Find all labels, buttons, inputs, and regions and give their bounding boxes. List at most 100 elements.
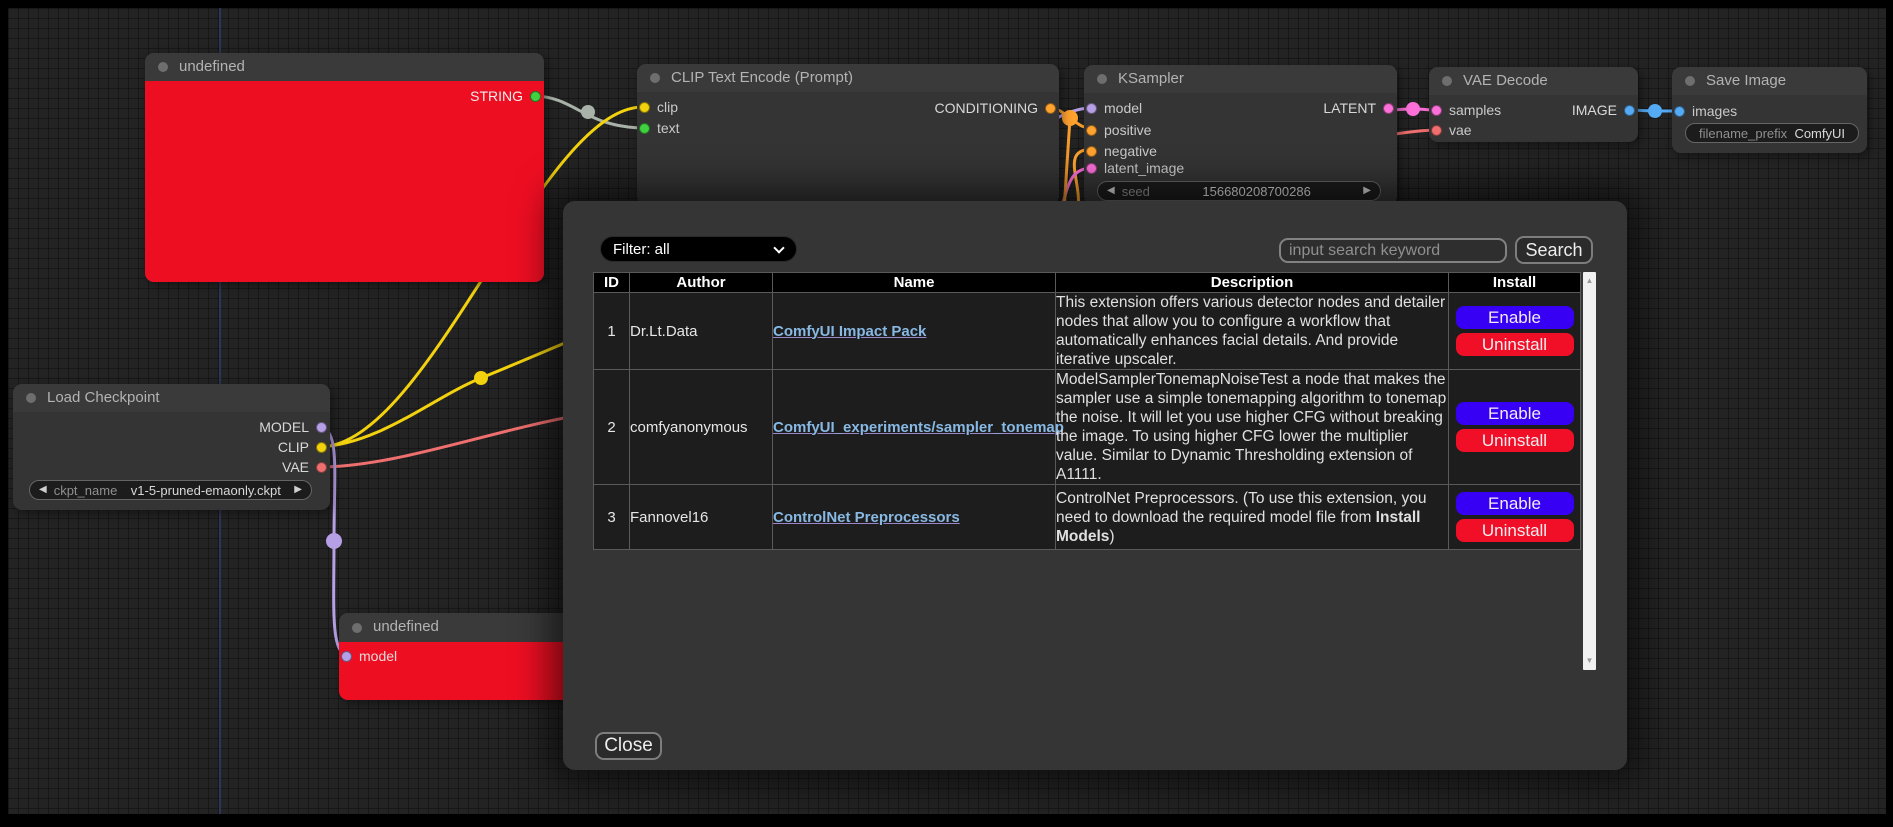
node-clip-text-encode[interactable]: CLIP Text Encode (Prompt) clip text COND… [637, 64, 1059, 205]
description-text: This extension offers various detector n… [1056, 294, 1445, 368]
node-title: KSampler [1118, 70, 1184, 87]
ckpt-next-icon[interactable]: ▶ [294, 485, 302, 495]
input-dot-images[interactable] [1674, 106, 1685, 117]
output-dot-image[interactable] [1624, 105, 1635, 116]
node-title-bar[interactable]: Load Checkpoint [13, 384, 330, 412]
input-slot-images[interactable]: images [1674, 101, 1737, 121]
output-slot-vae[interactable]: VAE [282, 457, 327, 477]
collapse-dot-icon[interactable] [1097, 74, 1107, 84]
extension-link[interactable]: ControlNet Preprocessors [773, 509, 960, 526]
seed-label: seed [1122, 184, 1150, 199]
input-dot-latent-image[interactable] [1086, 163, 1097, 174]
slot-label: IMAGE [1572, 102, 1617, 118]
input-slot-text[interactable]: text [639, 118, 680, 138]
scroll-up-icon[interactable]: ▲ [1583, 277, 1596, 285]
slot-label: MODEL [259, 419, 309, 435]
output-slot-clip[interactable]: CLIP [278, 437, 327, 457]
seed-decrement-icon[interactable]: ◀ [1107, 186, 1115, 196]
extensions-table: ID Author Name Description Install 1 Dr.… [593, 272, 1581, 550]
output-dot-latent[interactable] [1383, 103, 1394, 114]
filter-select[interactable]: Filter: all [600, 236, 797, 262]
scroll-down-icon[interactable]: ▼ [1583, 657, 1596, 665]
widget-value: ComfyUI [1794, 126, 1845, 141]
input-slot-samples[interactable]: samples [1431, 100, 1501, 120]
node-load-checkpoint[interactable]: Load Checkpoint MODEL CLIP VAE ◀ ckpt_na… [13, 384, 330, 510]
enable-button[interactable]: Enable [1456, 402, 1574, 425]
input-dot-vae[interactable] [1431, 125, 1442, 136]
input-dot-model[interactable] [1086, 103, 1097, 114]
input-dot-clip[interactable] [639, 102, 650, 113]
extension-link[interactable]: ComfyUI Impact Pack [773, 323, 926, 340]
collapse-dot-icon[interactable] [1685, 76, 1695, 86]
node-title: VAE Decode [1463, 72, 1548, 89]
input-dot-negative[interactable] [1086, 146, 1097, 157]
cell-id: 1 [594, 293, 630, 370]
extension-link[interactable]: ComfyUI_experiments/sampler_tonemap [773, 419, 1064, 436]
input-dot-positive[interactable] [1086, 125, 1097, 136]
search-button[interactable]: Search [1515, 236, 1593, 264]
output-slot-image[interactable]: IMAGE [1572, 100, 1635, 120]
output-slot-string[interactable]: STRING [470, 86, 541, 106]
collapse-dot-icon[interactable] [26, 393, 36, 403]
slot-label: text [657, 120, 680, 136]
output-slot-conditioning[interactable]: CONDITIONING [935, 98, 1056, 118]
search-input[interactable] [1279, 238, 1507, 263]
node-title: undefined [373, 618, 439, 635]
uninstall-button[interactable]: Uninstall [1456, 429, 1574, 452]
input-slot-model[interactable]: model [1086, 98, 1142, 118]
node-undefined-top[interactable]: undefined STRING [145, 53, 544, 282]
cell-author: Dr.Lt.Data [630, 293, 773, 370]
slot-label: model [359, 648, 397, 664]
manager-dialog: Filter: all Search ID Author Name Descri… [563, 201, 1627, 770]
input-slot-clip[interactable]: clip [639, 97, 678, 117]
slot-label: model [1104, 100, 1142, 116]
input-slot-latent-image[interactable]: latent_image [1086, 158, 1184, 178]
collapse-dot-icon[interactable] [650, 73, 660, 83]
input-dot-text[interactable] [639, 123, 650, 134]
ckpt-name-widget[interactable]: ◀ ckpt_name v1-5-pruned-emaonly.ckpt ▶ [29, 480, 312, 500]
output-slot-model[interactable]: MODEL [259, 417, 327, 437]
collapse-dot-icon[interactable] [352, 623, 362, 633]
cell-install: Enable Uninstall [1449, 370, 1581, 485]
node-title-bar[interactable]: VAE Decode [1429, 67, 1638, 95]
slot-label: positive [1104, 122, 1151, 138]
input-dot-model[interactable] [341, 651, 352, 662]
ckpt-prev-icon[interactable]: ◀ [39, 485, 47, 495]
enable-button[interactable]: Enable [1456, 306, 1574, 329]
collapse-dot-icon[interactable] [1442, 76, 1452, 86]
input-slot-positive[interactable]: positive [1086, 120, 1151, 140]
node-ksampler[interactable]: KSampler model positive negative latent_… [1084, 65, 1397, 205]
output-dot-clip[interactable] [316, 442, 327, 453]
node-title-bar[interactable]: undefined [145, 53, 544, 81]
slot-label: negative [1104, 143, 1157, 159]
uninstall-button[interactable]: Uninstall [1456, 333, 1574, 356]
output-dot-conditioning[interactable] [1045, 103, 1056, 114]
uninstall-button[interactable]: Uninstall [1456, 519, 1574, 542]
node-title-bar[interactable]: CLIP Text Encode (Prompt) [637, 64, 1059, 92]
node-title-bar[interactable]: Save Image [1672, 67, 1867, 95]
filename-prefix-widget[interactable]: filename_prefix ComfyUI [1685, 123, 1859, 143]
seed-increment-icon[interactable]: ▶ [1363, 186, 1371, 196]
node-title: Load Checkpoint [47, 389, 160, 406]
close-button[interactable]: Close [595, 732, 662, 760]
output-dot-string[interactable] [530, 91, 541, 102]
input-slot-model[interactable]: model [341, 646, 397, 666]
cell-description: ControlNet Preprocessors. (To use this e… [1056, 485, 1449, 550]
seed-widget[interactable]: ◀ seed 156680208700286 ▶ [1097, 181, 1381, 201]
node-save-image[interactable]: Save Image images filename_prefix ComfyU… [1672, 67, 1867, 153]
slot-label: STRING [470, 88, 523, 104]
node-title: CLIP Text Encode (Prompt) [671, 69, 853, 86]
node-title-bar[interactable]: KSampler [1084, 65, 1397, 93]
enable-button[interactable]: Enable [1456, 492, 1574, 515]
widget-label: ckpt_name [54, 483, 118, 498]
output-slot-latent[interactable]: LATENT [1323, 98, 1394, 118]
node-vae-decode[interactable]: VAE Decode samples vae IMAGE [1429, 67, 1638, 142]
scrollbar[interactable]: ▲ ▼ [1583, 272, 1596, 670]
output-dot-model[interactable] [316, 422, 327, 433]
cell-author: comfyanonymous [630, 370, 773, 485]
input-dot-samples[interactable] [1431, 105, 1442, 116]
slot-label: LATENT [1323, 100, 1376, 116]
input-slot-vae[interactable]: vae [1431, 120, 1472, 140]
collapse-dot-icon[interactable] [158, 62, 168, 72]
output-dot-vae[interactable] [316, 462, 327, 473]
